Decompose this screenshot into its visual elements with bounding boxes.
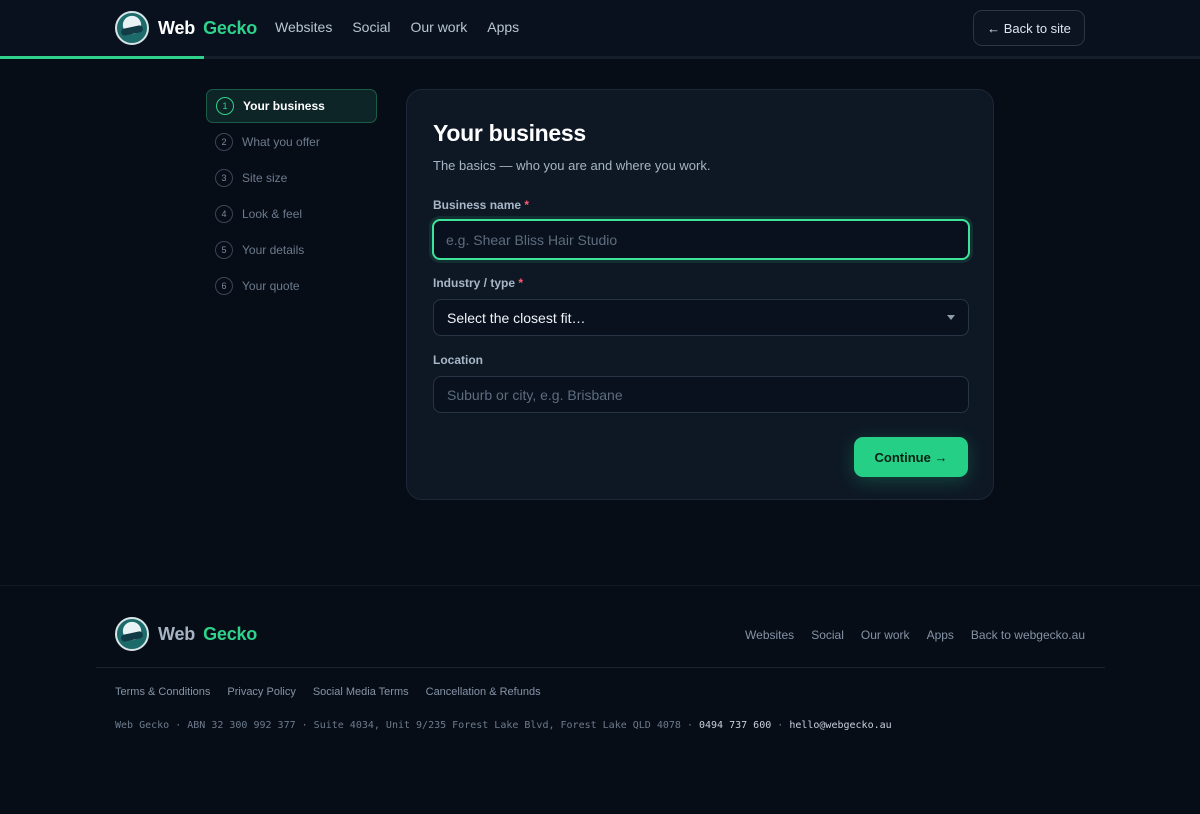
step-look-and-feel[interactable]: 4 Look & feel xyxy=(206,197,377,231)
step-label: Your details xyxy=(242,243,305,257)
social-terms-link[interactable]: Social Media Terms xyxy=(313,686,409,698)
nav-our-work[interactable]: Our work xyxy=(410,19,467,35)
step-number: 1 xyxy=(216,97,234,115)
step-list: 1 Your business 2 What you offer 3 Site … xyxy=(206,89,377,305)
footer-brand-second: Gecko xyxy=(203,623,258,644)
main-nav: Websites Social Our work Apps xyxy=(275,19,519,35)
footer-brand-first: Web xyxy=(158,623,196,644)
location-input[interactable]: Suburb or city, e.g. Brisbane xyxy=(433,376,969,413)
step-number: 3 xyxy=(215,169,233,187)
footer-nav: Websites Social Our work Apps Back to we… xyxy=(745,628,1085,642)
chevron-down-icon xyxy=(947,315,955,320)
step-your-quote[interactable]: 6 Your quote xyxy=(206,269,377,303)
footer-nav-websites[interactable]: Websites xyxy=(745,628,794,642)
industry-select[interactable]: Select the closest fit… xyxy=(433,299,969,336)
brand-name-first: Web xyxy=(158,17,196,38)
footer-nav-social[interactable]: Social xyxy=(811,628,844,642)
step-number: 6 xyxy=(215,277,233,295)
step-number: 2 xyxy=(215,133,233,151)
email-link[interactable]: hello@webgecko.au xyxy=(789,720,891,731)
business-form-card: Your business The basics — who you are a… xyxy=(406,89,994,500)
continue-button[interactable]: Continue → xyxy=(854,437,968,477)
step-label: Your business xyxy=(243,99,325,113)
step-label: What you offer xyxy=(242,135,320,149)
progress-bar xyxy=(0,56,204,59)
form-title: Your business xyxy=(433,120,586,146)
brand-logo[interactable]: Web Gecko xyxy=(115,11,257,45)
nav-apps[interactable]: Apps xyxy=(487,19,519,35)
footer-nav-apps[interactable]: Apps xyxy=(927,628,954,642)
required-marker: * xyxy=(518,276,524,290)
privacy-link[interactable]: Privacy Policy xyxy=(227,686,295,698)
phone-link[interactable]: 0494 737 600 xyxy=(699,720,771,731)
terms-link[interactable]: Terms & Conditions xyxy=(115,686,210,698)
gecko-logo-icon xyxy=(115,617,149,651)
location-label: Location xyxy=(433,353,483,367)
nav-websites[interactable]: Websites xyxy=(275,19,332,35)
nav-social[interactable]: Social xyxy=(352,19,390,35)
footer-nav-back[interactable]: Back to webgecko.au xyxy=(971,628,1085,642)
cancellation-link[interactable]: Cancellation & Refunds xyxy=(426,686,541,698)
form-subtitle: The basics — who you are and where you w… xyxy=(433,158,711,173)
required-marker: * xyxy=(524,198,530,212)
step-label: Look & feel xyxy=(242,207,303,221)
footer-divider xyxy=(96,667,1105,668)
step-your-business[interactable]: 1 Your business xyxy=(206,89,377,123)
step-number: 5 xyxy=(215,241,233,259)
footer-brand-logo[interactable]: Web Gecko xyxy=(115,617,257,651)
site-header: Web Gecko Websites Social Our work Apps ←… xyxy=(0,0,1200,59)
industry-label: Industry / type * xyxy=(433,276,524,290)
step-number: 4 xyxy=(215,205,233,223)
step-label: Your quote xyxy=(242,279,300,293)
footer-nav-our-work[interactable]: Our work xyxy=(861,628,910,642)
business-name-input[interactable]: e.g. Shear Bliss Hair Studio xyxy=(432,219,970,260)
back-to-site-button[interactable]: ← Back to site xyxy=(973,10,1085,46)
step-your-details[interactable]: 5 Your details xyxy=(206,233,377,267)
step-what-you-offer[interactable]: 2 What you offer xyxy=(206,125,377,159)
gecko-logo-icon xyxy=(115,11,149,45)
business-name-label: Business name * xyxy=(433,198,530,212)
step-label: Site size xyxy=(242,171,288,185)
business-info: Web Gecko · ABN 32 300 992 377 · Suite 4… xyxy=(115,720,892,731)
footer-legal-links: Terms & Conditions Privacy Policy Social… xyxy=(115,686,541,698)
industry-selected-value: Select the closest fit… xyxy=(447,309,586,326)
step-site-size[interactable]: 3 Site size xyxy=(206,161,377,195)
brand-name-second: Gecko xyxy=(203,17,258,38)
site-footer: Web Gecko Websites Social Our work Apps B… xyxy=(0,585,1200,814)
